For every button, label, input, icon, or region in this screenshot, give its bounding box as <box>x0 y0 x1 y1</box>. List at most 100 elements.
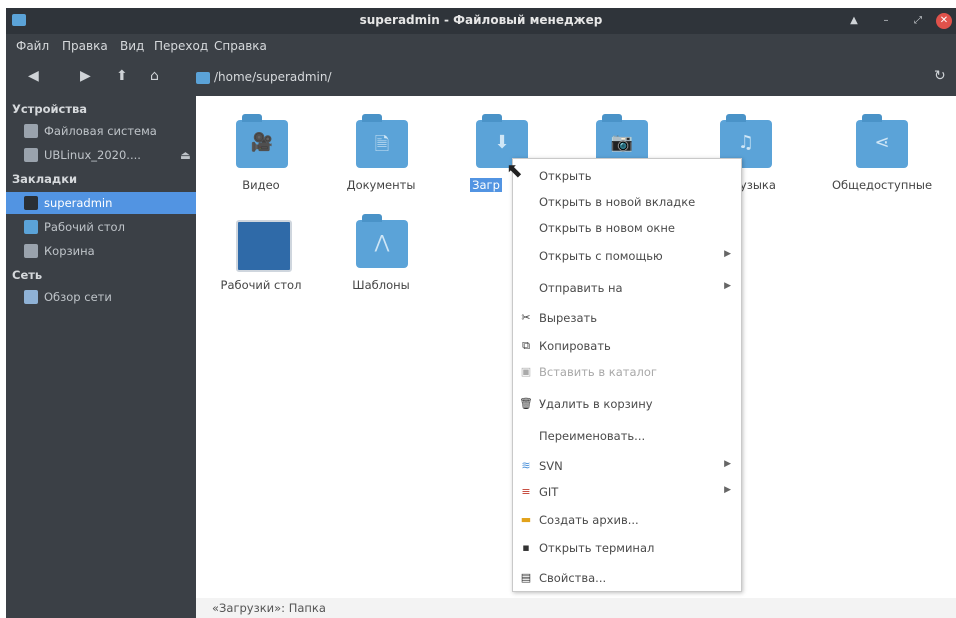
file-item-templates[interactable]: ⋀ Шаблоны <box>326 206 436 302</box>
menu-item-open[interactable]: Открыть <box>513 165 741 187</box>
disc-icon <box>24 148 38 162</box>
file-item-video[interactable]: 🎥 Видео <box>206 106 316 202</box>
back-icon[interactable]: ◀ <box>28 68 39 84</box>
sidebar-item-filesystem[interactable]: Файловая система <box>6 120 196 142</box>
menu-item-git[interactable]: ≡ GIT ▶ <box>513 481 741 503</box>
file-label: Видео <box>242 178 280 192</box>
keep-above-icon[interactable]: ▲ <box>846 13 862 29</box>
eject-icon[interactable]: ⏏ <box>180 148 191 162</box>
up-icon[interactable]: ⬆ <box>116 68 128 84</box>
menu-item-label: Открыть <box>539 169 592 183</box>
menu-item-svn[interactable]: ≋ SVN ▶ <box>513 455 741 477</box>
toolbar: ◀ ▶ ⬆ ⌂ /home/superadmin/ ↻ <box>6 58 956 96</box>
copy-icon: ⧉ <box>522 339 530 352</box>
sidebar-item-label: Рабочий стол <box>44 220 125 234</box>
archive-icon: ▬ <box>520 513 532 526</box>
network-header: Сеть <box>12 268 43 282</box>
path-text: /home/superadmin/ <box>214 70 332 84</box>
title-bar: superadmin - Файловый менеджер ▲ – ⤢ ✕ <box>6 8 956 34</box>
git-icon: ≡ <box>521 485 531 498</box>
reload-icon[interactable]: ↻ <box>934 68 946 84</box>
file-label: Рабочий стол <box>220 278 302 292</box>
sidebar-item-label: UBLinux_2020.... <box>44 148 141 162</box>
forward-icon[interactable]: ▶ <box>80 68 91 84</box>
menu-item-label: Открыть в новом окне <box>539 221 675 235</box>
menu-file[interactable]: Файл <box>16 39 49 53</box>
menu-item-copy[interactable]: ⧉ Копировать <box>513 335 741 357</box>
devices-header: Устройства <box>12 102 88 116</box>
menu-view[interactable]: Вид <box>120 39 144 53</box>
home-icon <box>24 196 38 210</box>
menu-item-trash[interactable]: 🗑 Удалить в корзину <box>513 393 741 415</box>
status-bar: «Загрузки»: Папка <box>196 598 956 618</box>
menu-item-paste-into[interactable]: ▣ Вставить в каталог <box>513 361 741 383</box>
sidebar-item-trash[interactable]: Корзина <box>6 240 196 262</box>
submenu-arrow-icon: ▶ <box>724 281 731 291</box>
file-item-documents[interactable]: 🗎 Документы <box>326 106 436 202</box>
minimize-button[interactable]: – <box>878 13 894 29</box>
menu-item-cut[interactable]: ✂ Вырезать <box>513 307 741 329</box>
submenu-arrow-icon: ▶ <box>724 459 731 469</box>
file-item-desktop[interactable]: Рабочий стол <box>206 206 316 302</box>
terminal-icon: ▪ <box>522 541 530 554</box>
documents-folder-icon: 🗎 <box>356 114 408 168</box>
location-bar[interactable]: /home/superadmin/ <box>196 70 332 84</box>
file-label: Шаблоны <box>352 278 410 292</box>
file-item-public[interactable]: ⋖ Общедоступные <box>812 106 952 202</box>
network-icon <box>24 290 38 304</box>
trash-icon: 🗑 <box>519 397 533 410</box>
menu-help[interactable]: Справка <box>214 39 267 53</box>
paste-icon: ▣ <box>520 365 532 378</box>
trash-icon <box>24 244 38 258</box>
menu-bar: Файл Правка Вид Переход Справка <box>6 34 956 58</box>
menu-item-label: Вставить в каталог <box>539 365 657 379</box>
sidebar-item-label: superadmin <box>44 196 113 210</box>
home-icon[interactable]: ⌂ <box>150 68 159 84</box>
menu-item-send-to[interactable]: Отправить на ▶ <box>513 277 741 299</box>
menu-item-label: Вырезать <box>539 311 597 325</box>
file-label: Общедоступные <box>831 178 933 192</box>
window-title: superadmin - Файловый менеджер <box>359 13 603 27</box>
sidebar-item-label: Корзина <box>44 244 95 258</box>
menu-item-open-terminal[interactable]: ▪ Открыть терминал <box>513 537 741 559</box>
menu-item-rename[interactable]: Переименовать... <box>513 425 741 447</box>
desktop-icon <box>24 220 38 234</box>
cut-icon: ✂ <box>521 311 531 324</box>
file-label: Загр <box>470 178 502 192</box>
file-label: Документы <box>346 178 416 192</box>
properties-icon: ▤ <box>520 571 532 584</box>
context-menu: Открыть Открыть в новой вкладке Открыть … <box>512 158 742 592</box>
menu-item-label: Открыть терминал <box>539 541 655 555</box>
folder-icon <box>196 71 210 84</box>
drive-icon <box>24 124 38 138</box>
menu-item-label: SVN <box>539 459 563 473</box>
menu-edit[interactable]: Правка <box>62 39 108 53</box>
maximize-button[interactable]: ⤢ <box>910 13 926 29</box>
menu-go[interactable]: Переход <box>154 39 208 53</box>
menu-item-open-new-window[interactable]: Открыть в новом окне <box>513 217 741 239</box>
menu-item-label: GIT <box>539 485 559 499</box>
menu-item-properties[interactable]: ▤ Свойства... <box>513 567 741 589</box>
video-folder-icon: 🎥 <box>236 114 288 168</box>
menu-item-label: Создать архив... <box>539 513 639 527</box>
menu-item-label: Открыть с помощью <box>539 249 663 263</box>
menu-item-open-new-tab[interactable]: Открыть в новой вкладке <box>513 191 741 213</box>
menu-item-open-with[interactable]: Открыть с помощью ▶ <box>513 245 741 267</box>
sidebar-item-superadmin[interactable]: superadmin <box>6 192 196 214</box>
desktop-icon <box>236 220 292 272</box>
sidebar-item-desktop[interactable]: Рабочий стол <box>6 216 196 238</box>
sidebar-item-ublinux[interactable]: UBLinux_2020.... ⏏ <box>6 144 196 166</box>
sidebar-item-label: Файловая система <box>44 124 157 138</box>
sidebar-item-network[interactable]: Обзор сети <box>6 286 196 308</box>
mouse-cursor-icon: ⬉ <box>506 158 523 182</box>
submenu-arrow-icon: ▶ <box>724 249 731 259</box>
menu-item-create-archive[interactable]: ▬ Создать архив... <box>513 509 741 531</box>
svn-icon: ≋ <box>521 459 531 472</box>
sidebar-item-label: Обзор сети <box>44 290 112 304</box>
sidebar: Устройства Файловая система UBLinux_2020… <box>6 96 196 618</box>
bookmarks-header: Закладки <box>12 172 78 186</box>
close-button[interactable]: ✕ <box>936 13 952 29</box>
status-text: «Загрузки»: Папка <box>212 601 326 615</box>
public-folder-icon: ⋖ <box>856 114 908 168</box>
file-manager-window: superadmin - Файловый менеджер ▲ – ⤢ ✕ Ф… <box>6 8 956 618</box>
